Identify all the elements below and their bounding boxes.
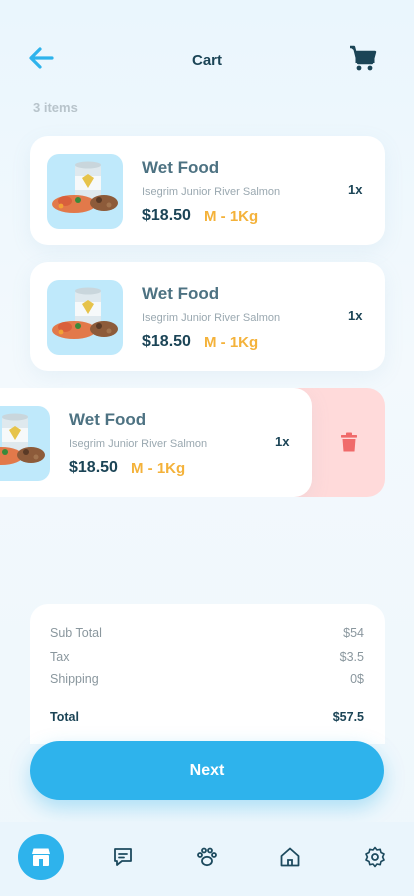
nav-item-pets[interactable] bbox=[184, 834, 230, 880]
nav-item-settings[interactable] bbox=[352, 834, 398, 880]
product-price: $18.50 bbox=[142, 207, 191, 224]
product-price: $18.50 bbox=[142, 333, 191, 350]
shipping-value: 0$ bbox=[350, 672, 364, 686]
product-image bbox=[47, 154, 123, 229]
product-image bbox=[0, 406, 50, 481]
product-quantity[interactable]: 1x bbox=[348, 182, 362, 197]
subtotal-row: Sub Total $54 bbox=[50, 626, 364, 640]
bottom-nav bbox=[0, 822, 414, 896]
subtotal-value: $54 bbox=[343, 626, 364, 640]
header: Cart bbox=[0, 0, 414, 110]
subtotal-label: Sub Total bbox=[50, 626, 102, 640]
order-summary: Sub Total $54 Tax $3.5 Shipping 0$ Total… bbox=[30, 604, 385, 744]
home-icon bbox=[280, 847, 300, 867]
paw-icon bbox=[197, 847, 217, 867]
item-count: 3 items bbox=[33, 100, 78, 115]
store-icon bbox=[32, 848, 50, 866]
nav-item-store[interactable] bbox=[18, 834, 64, 880]
product-size: M - 1Kg bbox=[204, 334, 259, 351]
total-label: Total bbox=[50, 710, 79, 724]
shopping-cart-icon[interactable] bbox=[349, 44, 377, 72]
settings-icon bbox=[365, 846, 385, 868]
product-size: M - 1Kg bbox=[204, 208, 259, 225]
cart-item[interactable]: Wet Food Isegrim Junior River Salmon $18… bbox=[0, 388, 312, 497]
product-description: Isegrim Junior River Salmon bbox=[142, 186, 281, 198]
product-name: Wet Food bbox=[69, 410, 147, 429]
shipping-row: Shipping 0$ bbox=[50, 672, 364, 686]
cart-item[interactable]: Wet Food Isegrim Junior River Salmon $18… bbox=[30, 136, 385, 245]
product-size: M - 1Kg bbox=[131, 460, 186, 477]
product-description: Isegrim Junior River Salmon bbox=[142, 312, 281, 324]
product-name: Wet Food bbox=[142, 284, 220, 303]
tax-row: Tax $3.5 bbox=[50, 650, 364, 664]
total-value: $57.5 bbox=[332, 710, 364, 724]
tax-label: Tax bbox=[50, 650, 70, 664]
next-button[interactable]: Next bbox=[30, 741, 384, 800]
tax-value: $3.5 bbox=[339, 650, 364, 664]
nav-item-home[interactable] bbox=[267, 834, 313, 880]
product-description: Isegrim Junior River Salmon bbox=[69, 438, 208, 450]
product-price: $18.50 bbox=[69, 459, 118, 476]
product-name: Wet Food bbox=[142, 158, 220, 177]
chat-icon bbox=[114, 848, 132, 866]
swipe-row: Wet Food Isegrim Junior River Salmon $18… bbox=[0, 388, 414, 497]
product-image bbox=[47, 280, 123, 355]
product-quantity[interactable]: 1x bbox=[348, 308, 362, 323]
nav-item-chat[interactable] bbox=[100, 834, 146, 880]
product-quantity[interactable]: 1x bbox=[275, 434, 289, 449]
cart-item[interactable]: Wet Food Isegrim Junior River Salmon $18… bbox=[30, 262, 385, 371]
trash-icon[interactable] bbox=[340, 432, 358, 452]
shipping-label: Shipping bbox=[50, 672, 99, 686]
total-row: Total $57.5 bbox=[50, 710, 364, 724]
